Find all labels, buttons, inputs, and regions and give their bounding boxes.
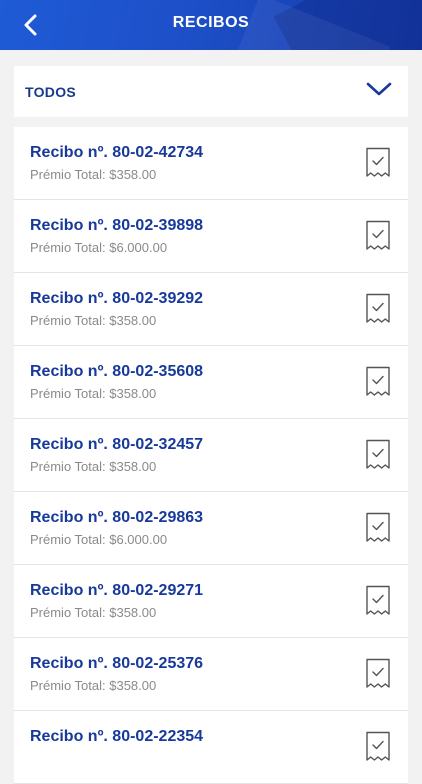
chevron-left-icon (24, 14, 37, 36)
receipt-list-item[interactable]: Recibo nº. 80-02-29863 Prémio Total: $6.… (14, 492, 408, 565)
receipt-list-item[interactable]: Recibo nº. 80-02-29271 Prémio Total: $35… (14, 565, 408, 638)
receipt-number: Recibo nº. 80-02-22354 (30, 728, 204, 745)
receipt-premium-total: Prémio Total: $6.000.00 (30, 532, 168, 547)
receipt-number: Recibo nº. 80-02-42734 (30, 144, 204, 161)
receipt-list-item[interactable]: Recibo nº. 80-02-39898 Prémio Total: $6.… (14, 200, 408, 273)
receipt-number: Recibo nº. 80-02-32457 (30, 436, 204, 453)
receipt-list-item[interactable]: Recibo nº. 80-02-32457 Prémio Total: $35… (14, 419, 408, 492)
receipt-premium-total: Prémio Total: $358.00 (30, 313, 157, 328)
filter-dropdown[interactable]: TODOS (14, 66, 408, 117)
receipt-number: Recibo nº. 80-02-39898 (30, 217, 204, 234)
page-title: RECIBOS (172, 14, 250, 31)
chevron-down-icon[interactable] (366, 80, 392, 98)
receipt-number: Recibo nº. 80-02-29271 (30, 582, 204, 599)
filter-selected-value: TODOS (25, 83, 77, 100)
receipt-icon[interactable] (364, 512, 392, 544)
receipt-premium-total: Prémio Total: $358.00 (30, 459, 157, 474)
receipt-premium-total: Prémio Total: $358.00 (30, 678, 157, 693)
receipt-icon[interactable] (364, 585, 392, 617)
receipt-number: Recibo nº. 80-02-39292 (30, 290, 204, 307)
receipt-icon[interactable] (364, 147, 392, 179)
receipt-premium-total: Prémio Total: $358.00 (30, 167, 157, 182)
receipt-icon[interactable] (364, 293, 392, 325)
receipt-premium-total: Prémio Total: $358.00 (30, 386, 157, 401)
receipt-list: Recibo nº. 80-02-42734 Prémio Total: $35… (14, 127, 408, 784)
receipt-number: Recibo nº. 80-02-29863 (30, 509, 204, 526)
receipt-icon[interactable] (364, 658, 392, 690)
back-button[interactable] (14, 8, 48, 42)
receipt-number: Recibo nº. 80-02-35608 (30, 363, 204, 380)
receipt-list-item[interactable]: Recibo nº. 80-02-35608 Prémio Total: $35… (14, 346, 408, 419)
receipt-premium-total: Prémio Total: $6.000.00 (30, 240, 168, 255)
receipt-list-item[interactable]: Recibo nº. 80-02-25376 Prémio Total: $35… (14, 638, 408, 711)
receipt-icon[interactable] (364, 220, 392, 252)
receipt-number: Recibo nº. 80-02-25376 (30, 655, 204, 672)
receipt-icon[interactable] (364, 439, 392, 471)
receipt-list-item[interactable]: Recibo nº. 80-02-42734 Prémio Total: $35… (14, 127, 408, 200)
receipt-list-item[interactable]: Recibo nº. 80-02-39292 Prémio Total: $35… (14, 273, 408, 346)
receipt-list-item[interactable]: Recibo nº. 80-02-22354 (14, 711, 408, 784)
receipt-premium-total: Prémio Total: $358.00 (30, 605, 157, 620)
receipt-icon[interactable] (364, 366, 392, 398)
receipt-icon[interactable] (364, 731, 392, 763)
app-header: RECIBOS (0, 0, 422, 50)
